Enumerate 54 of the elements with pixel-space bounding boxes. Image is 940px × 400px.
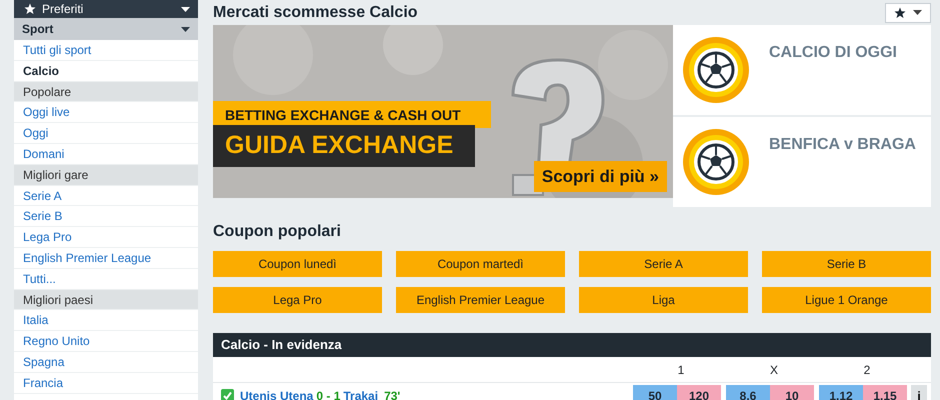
- sidebar-link[interactable]: Regno Unito: [14, 331, 198, 352]
- sidebar-section-title: Sport: [22, 21, 54, 38]
- learn-more-button[interactable]: Scopri di più »: [534, 160, 667, 192]
- match-time: 73': [384, 388, 400, 400]
- column-header: X: [768, 362, 779, 378]
- section-title: Coupon popolari: [213, 222, 342, 242]
- favorite-dropdown-button[interactable]: [885, 2, 931, 22]
- banner-headline: GUIDA EXCHANGE: [213, 125, 476, 166]
- sidebar-group-heading: Migliori paesi: [14, 290, 198, 310]
- coupon-button[interactable]: Coupon martedì: [396, 251, 565, 277]
- match-score: 0 - 1: [316, 388, 340, 400]
- sidebar-group-heading: Popolare: [14, 82, 198, 102]
- sidebar-link[interactable]: Serie A: [14, 186, 198, 206]
- back-odds-button[interactable]: 50: [633, 384, 677, 400]
- coupon-button[interactable]: Serie B: [762, 251, 931, 277]
- section-header: Calcio - In evidenza: [213, 333, 931, 357]
- caret-icon[interactable]: [181, 26, 190, 32]
- sidebar-link[interactable]: English Premier League: [14, 248, 198, 269]
- sidebar-link[interactable]: Oggi live: [14, 102, 198, 124]
- caret-icon[interactable]: [181, 6, 190, 12]
- star-icon: [894, 6, 906, 18]
- coupon-button[interactable]: Ligue 1 Orange: [762, 287, 931, 313]
- coupon-button[interactable]: English Premier League: [396, 287, 565, 313]
- column-header: 2: [862, 362, 872, 378]
- sidebar-link[interactable]: Francia: [14, 372, 198, 394]
- team-link[interactable]: Trakai: [343, 386, 378, 400]
- coupon-button[interactable]: Serie A: [579, 251, 748, 277]
- banner-tagline: BETTING EXCHANGE & CASH OUT: [213, 101, 491, 128]
- back-odds-button[interactable]: 1.12: [819, 384, 863, 400]
- sidebar-link[interactable]: Oggi: [14, 123, 198, 144]
- back-odds-button[interactable]: 8.6: [726, 384, 770, 400]
- team-link[interactable]: Utenis Utena: [240, 386, 314, 400]
- coupon-button[interactable]: Coupon lunedì: [213, 251, 382, 277]
- column-header: 1: [676, 362, 686, 378]
- promo-card[interactable]: BENFICA v BRAGA: [673, 117, 931, 207]
- sidebar-header: Preferiti: [42, 1, 84, 18]
- caret-icon: [913, 10, 922, 15]
- lay-odds-button[interactable]: 120: [677, 384, 721, 400]
- promo-card[interactable]: CALCIO DI OGGI: [673, 25, 931, 115]
- lay-odds-button[interactable]: 10: [770, 384, 814, 400]
- sidebar-link[interactable]: Tutti gli sport: [14, 40, 198, 61]
- soccer-ball-icon: [681, 127, 751, 197]
- sidebar-link[interactable]: Lega Pro: [14, 227, 198, 248]
- lay-odds-button[interactable]: 1.15: [863, 384, 907, 400]
- coupon-button[interactable]: Liga: [579, 287, 748, 313]
- sidebar-link[interactable]: Italia: [14, 310, 198, 332]
- page-title: Mercati scommesse Calcio: [213, 2, 418, 22]
- star-icon: [24, 3, 36, 15]
- sidebar-link[interactable]: Serie B: [14, 206, 198, 228]
- soccer-ball-icon: [681, 35, 751, 105]
- info-button[interactable]: i: [911, 384, 927, 400]
- sidebar-group-heading: Migliori gare: [14, 164, 198, 186]
- sidebar-link[interactable]: Spagna: [14, 352, 198, 373]
- coupon-button[interactable]: Lega Pro: [213, 287, 382, 313]
